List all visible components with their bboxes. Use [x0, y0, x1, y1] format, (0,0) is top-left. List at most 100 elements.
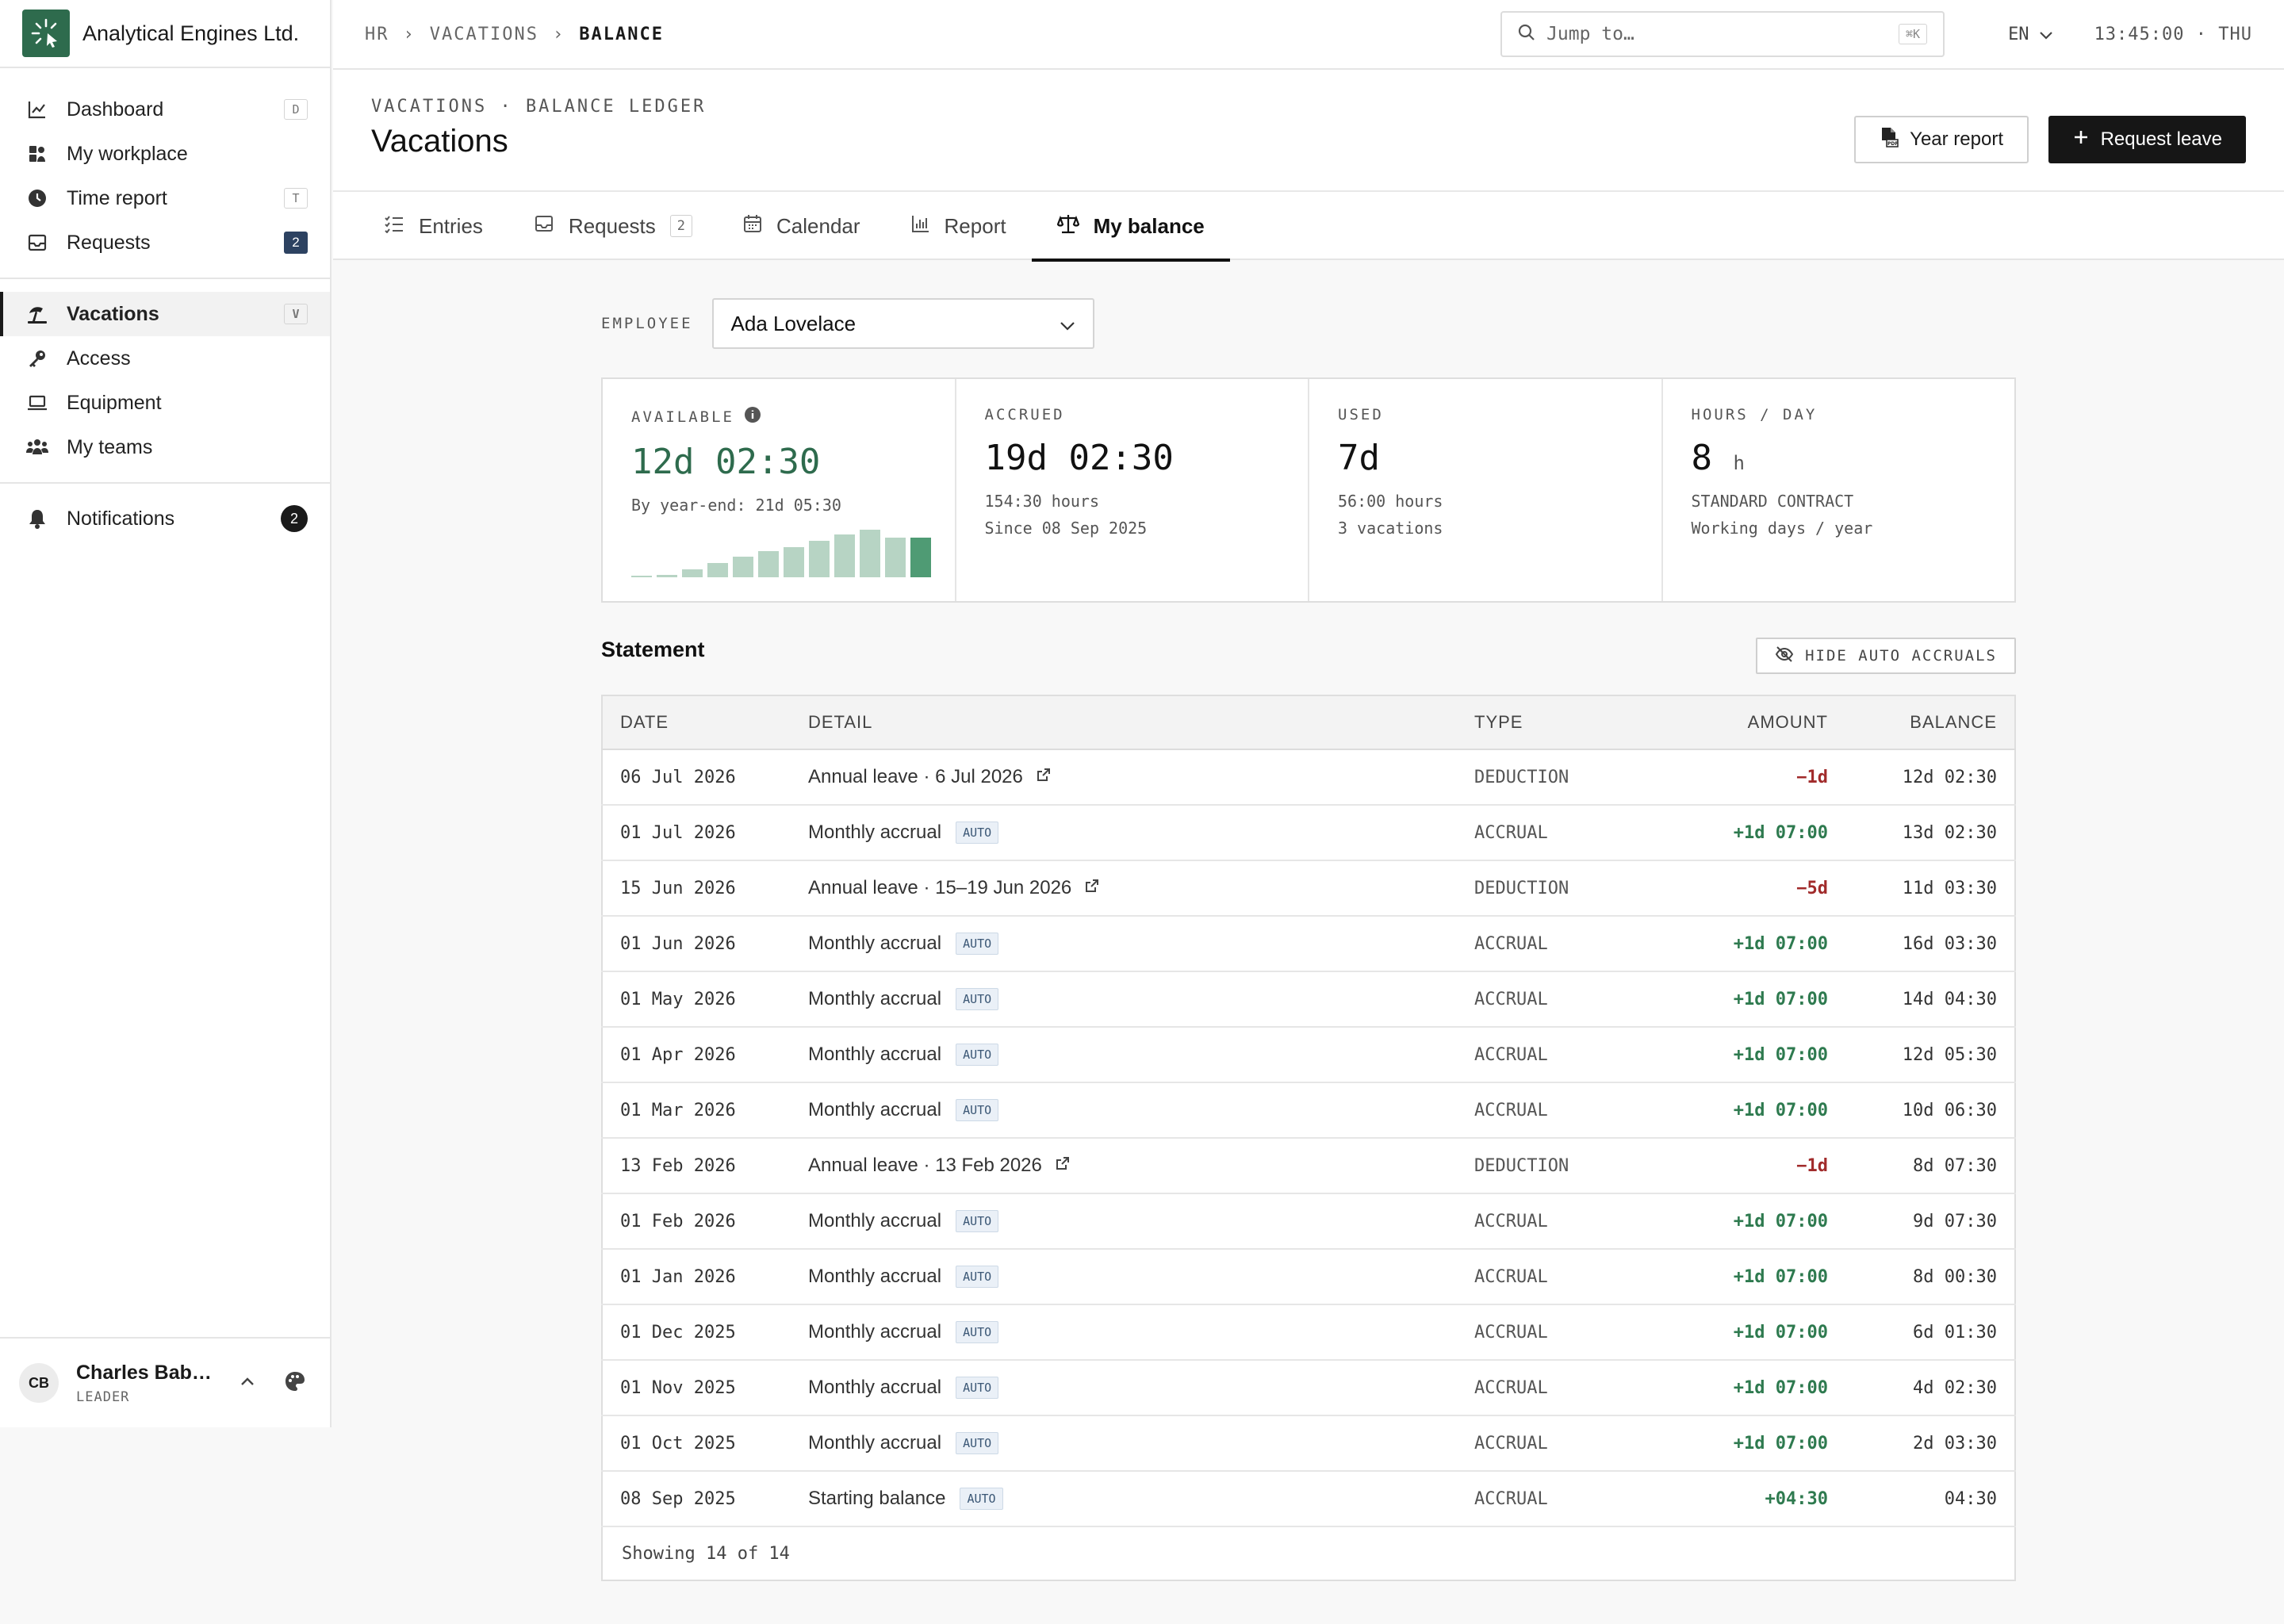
cell-type: ACCRUAL	[1474, 1082, 1633, 1139]
table-row[interactable]: 01 Mar 2026 Monthly accrual AUTO ACCRUAL +1d…	[602, 1082, 2015, 1139]
request-leave-button[interactable]: Request leave	[2048, 116, 2246, 163]
palette-icon[interactable]	[284, 1370, 306, 1396]
cell-amount: +1d 07:00	[1633, 805, 1847, 861]
column-header-type[interactable]: TYPE	[1474, 695, 1633, 750]
cell-balance: 10d 06:30	[1847, 1082, 2015, 1139]
brand[interactable]: Analytical Engines Ltd.	[0, 0, 330, 68]
table-row[interactable]: 01 Dec 2025 Monthly accrual AUTO ACCRUAL +1d…	[602, 1304, 2015, 1361]
detail-text: Annual leave · 6 Jul 2026	[808, 765, 1023, 787]
table-row[interactable]: 06 Jul 2026 Annual leave · 6 Jul 2026 DEDU…	[602, 749, 2015, 806]
info-icon[interactable]	[744, 406, 761, 427]
sidebar-item-my-workplace[interactable]: My workplace	[0, 132, 330, 176]
cell-date: 01 Nov 2025	[602, 1360, 808, 1416]
language-select[interactable]: EN	[2008, 25, 2053, 44]
table-row[interactable]: 01 Apr 2026 Monthly accrual AUTO ACCRUAL +1d…	[602, 1027, 2015, 1083]
scale-balance-icon	[1056, 213, 1079, 239]
inbox-icon	[25, 231, 49, 255]
chevron-up-icon[interactable]	[240, 1376, 255, 1391]
tab-bar: Entries Requests 2 Calendar Report My ba…	[333, 190, 2284, 262]
sparkline-bar	[910, 538, 931, 577]
sidebar-item-time-report[interactable]: Time report T	[0, 176, 330, 220]
column-header-balance[interactable]: BALANCE	[1847, 695, 2015, 750]
column-header-date[interactable]: DATE	[602, 695, 808, 750]
employee-select[interactable]: Ada Lovelace	[711, 298, 1094, 349]
detail-text: Monthly accrual	[808, 1043, 942, 1065]
clock: 13:45:00 · THU	[2094, 24, 2252, 44]
tab-entries[interactable]: Entries	[358, 192, 508, 260]
logo-icon	[22, 10, 70, 57]
table-row[interactable]: 01 Feb 2026 Monthly accrual AUTO ACCRUAL +1d…	[602, 1193, 2015, 1250]
shortcut-key: D	[284, 99, 308, 120]
brand-name: Analytical Engines Ltd.	[82, 21, 300, 45]
table-row[interactable]: 01 Jul 2026 Monthly accrual AUTO ACCRUAL +1d…	[602, 805, 2015, 861]
cell-date: 01 Feb 2026	[602, 1193, 808, 1250]
tab-label: Calendar	[776, 213, 860, 238]
table-row[interactable]: 01 Jan 2026 Monthly accrual AUTO ACCRUAL +1d…	[602, 1249, 2015, 1305]
external-link-icon[interactable]	[1036, 766, 1052, 788]
sidebar-item-dashboard[interactable]: Dashboard D	[0, 87, 330, 132]
auto-badge: AUTO	[956, 988, 999, 1011]
year-report-button[interactable]: PDF Year report	[1854, 116, 2029, 163]
user-role: LEADER	[76, 1388, 130, 1405]
hours-label: HOURS / DAY	[1691, 406, 1818, 423]
cell-date: 01 May 2026	[602, 971, 808, 1028]
breadcrumb-item-vacations[interactable]: VACATIONS	[430, 25, 538, 44]
sparkline-bar	[885, 538, 906, 577]
sparkline-bar	[707, 563, 728, 577]
tab-label: Requests	[568, 213, 656, 238]
pagination-summary: Showing 14 of 14	[622, 1543, 790, 1564]
auto-badge: AUTO	[956, 1044, 999, 1067]
table-row[interactable]: 15 Jun 2026 Annual leave · 15–19 Jun 2026…	[602, 860, 2015, 917]
tab-calendar[interactable]: Calendar	[718, 192, 886, 260]
working-days: Working days / year	[1691, 519, 1873, 538]
sidebar-item-my-teams[interactable]: My teams	[0, 425, 330, 469]
tab-report[interactable]: Report	[886, 192, 1032, 260]
column-header-amount[interactable]: AMOUNT	[1633, 695, 1847, 750]
cell-balance: 4d 02:30	[1847, 1360, 2015, 1416]
search-input[interactable]: Jump to… ⌘K	[1500, 11, 1945, 57]
sidebar-item-label: Time report	[67, 186, 167, 209]
cell-detail: Annual leave · 6 Jul 2026	[808, 749, 1474, 806]
team-icon	[25, 435, 49, 459]
sparkline-bar	[809, 541, 830, 577]
external-link-icon[interactable]	[1084, 877, 1100, 899]
table-row[interactable]: 08 Sep 2025 Starting balance AUTO ACCRUAL +0…	[602, 1471, 2015, 1527]
used-count: 3 vacations	[1338, 519, 1443, 538]
tab-my-balance[interactable]: My balance	[1031, 192, 1230, 262]
table-row[interactable]: 01 Oct 2025 Monthly accrual AUTO ACCRUAL +1d…	[602, 1415, 2015, 1472]
divider	[0, 482, 330, 484]
sidebar-item-access[interactable]: Access	[0, 336, 330, 381]
external-link-icon[interactable]	[1055, 1155, 1071, 1177]
shortcut-key: V	[284, 304, 308, 324]
year-report-label: Year report	[1910, 128, 2003, 150]
detail-text: Annual leave · 13 Feb 2026	[808, 1154, 1042, 1176]
sidebar-item-notifications[interactable]: Notifications 2	[0, 496, 330, 541]
sidebar-nav: Dashboard D My workplace Time report T R…	[0, 68, 330, 541]
breadcrumb-separator: ›	[403, 24, 416, 44]
cell-date: 01 Apr 2026	[602, 1027, 808, 1083]
column-header-detail[interactable]: DETAIL	[808, 695, 1474, 750]
table-footer-row: Showing 14 of 14	[602, 1526, 2015, 1580]
sidebar-item-equipment[interactable]: Equipment	[0, 381, 330, 425]
sidebar-item-requests[interactable]: Requests 2	[0, 220, 330, 265]
sidebar-item-vacations[interactable]: Vacations V	[0, 292, 330, 336]
detail-text: Monthly accrual	[808, 821, 942, 843]
cell-detail: Monthly accrual AUTO	[808, 1415, 1474, 1472]
tab-requests[interactable]: Requests 2	[508, 192, 718, 260]
table-row[interactable]: 01 Nov 2025 Monthly accrual AUTO ACCRUAL +1d…	[602, 1360, 2015, 1416]
cell-balance: 12d 02:30	[1847, 749, 2015, 806]
table-row[interactable]: 01 May 2026 Monthly accrual AUTO ACCRUAL +1d…	[602, 971, 2015, 1028]
cell-balance: 12d 05:30	[1847, 1027, 2015, 1083]
cell-balance: 16d 03:30	[1847, 916, 2015, 972]
breadcrumb-item-hr[interactable]: HR	[365, 25, 389, 44]
cell-type: ACCRUAL	[1474, 1471, 1633, 1527]
sidebar-item-label: Equipment	[67, 391, 162, 414]
sparkline-bar	[758, 551, 779, 577]
cell-date: 15 Jun 2026	[602, 860, 808, 917]
available-sub: By year-end: 21d 05:30	[631, 496, 841, 515]
chevron-down-icon	[1060, 312, 1075, 336]
user-menu[interactable]: CB Charles Bab… LEADER	[0, 1337, 330, 1427]
hide-auto-accruals-button[interactable]: HIDE AUTO ACCRUALS	[1756, 638, 2016, 674]
table-row[interactable]: 13 Feb 2026 Annual leave · 13 Feb 2026 DED…	[602, 1138, 2015, 1194]
table-row[interactable]: 01 Jun 2026 Monthly accrual AUTO ACCRUAL +1d…	[602, 916, 2015, 972]
